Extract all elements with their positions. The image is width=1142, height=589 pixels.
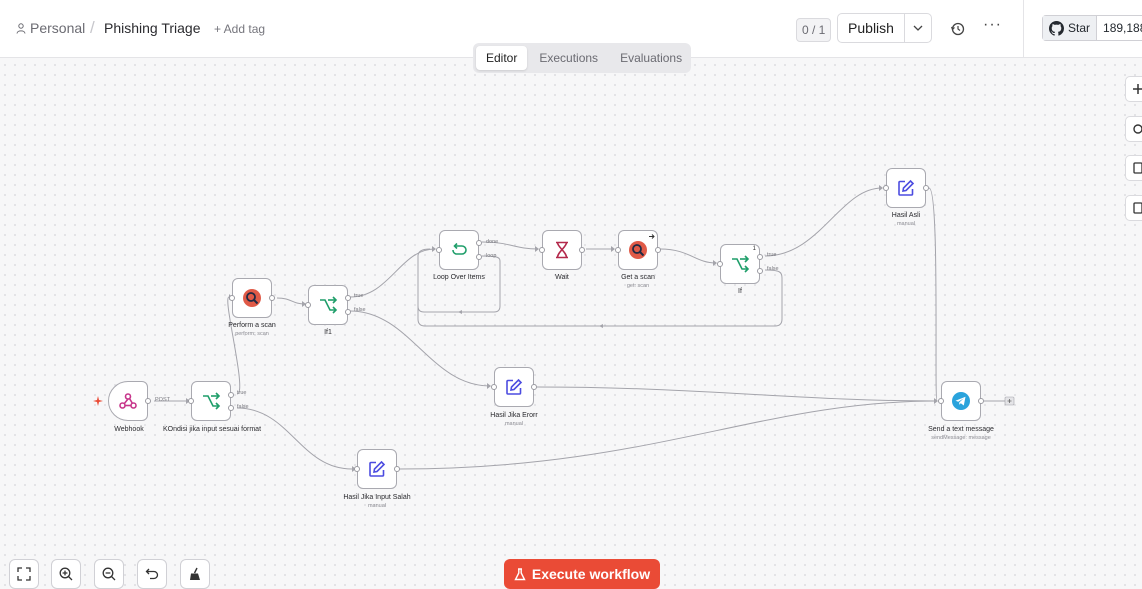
- connections-layer: [93, 185, 1015, 472]
- node-webhook[interactable]: [108, 381, 151, 421]
- node-hasil-salah-label: Hasil Jika Input Salah: [343, 494, 411, 501]
- kondisi-false-label: false: [237, 404, 249, 410]
- output-handle[interactable]: [145, 398, 151, 404]
- execute-workflow-label: Execute workflow: [531, 566, 651, 582]
- node-if-label: If: [738, 288, 742, 295]
- node-get-scan[interactable]: [615, 230, 661, 270]
- node-if1[interactable]: [305, 285, 351, 325]
- undo-button[interactable]: [137, 559, 167, 589]
- sparkle-icon: [93, 396, 103, 406]
- input-handle[interactable]: [188, 398, 194, 404]
- if1-false-label: false: [354, 307, 366, 313]
- node-telegram-label: Send a text message: [928, 426, 994, 433]
- loop-icon: [452, 242, 467, 255]
- output-handle[interactable]: [923, 185, 929, 191]
- output-handle-loop[interactable]: [476, 254, 482, 260]
- node-loop[interactable]: [436, 230, 482, 270]
- edge-kondisi-hasil-salah: [236, 407, 353, 470]
- output-handle[interactable]: [978, 398, 984, 404]
- node-kondisi[interactable]: [188, 381, 234, 421]
- node-hasil-error-sub: manual: [504, 421, 524, 427]
- input-handle[interactable]: [883, 185, 889, 191]
- edge-if1-hasil-error: [349, 310, 491, 387]
- hourglass-icon: [556, 241, 568, 259]
- output-handle-false[interactable]: [228, 405, 234, 411]
- kondisi-true-label: true: [237, 390, 247, 396]
- node-telegram[interactable]: [938, 381, 984, 421]
- output-handle[interactable]: [655, 247, 661, 253]
- node-kondisi-label: KOndisi jika input sesuai format: [162, 426, 262, 433]
- if1-true-label: true: [354, 293, 364, 299]
- input-handle[interactable]: [717, 261, 723, 267]
- if-false-label: false: [767, 266, 779, 272]
- zoom-in-button[interactable]: [51, 559, 81, 589]
- input-handle[interactable]: [491, 384, 497, 390]
- output-handle[interactable]: [269, 295, 275, 301]
- urlscan-icon: [629, 241, 647, 259]
- arrow-right-icon: [649, 234, 655, 239]
- node-telegram-sub: sendMessage: message: [931, 435, 991, 441]
- output-handle-false[interactable]: [345, 309, 351, 315]
- node-perform-scan[interactable]: [229, 278, 275, 318]
- node-hasil-error[interactable]: [491, 367, 537, 407]
- node-if[interactable]: 1: [717, 244, 763, 284]
- output-handle-true[interactable]: [345, 295, 351, 301]
- output-handle-true[interactable]: [757, 254, 763, 260]
- edit-icon: [369, 460, 386, 477]
- node-if1-label: If1: [324, 329, 332, 336]
- webhook-method-label: POST: [155, 397, 170, 403]
- node-loop-label: Loop Over Items: [433, 274, 485, 281]
- node-hasil-error-label: Hasil Jika Erorr: [490, 412, 538, 419]
- if-branch-icon: [320, 296, 338, 314]
- node-hasil-asli-label: Hasil Asli: [891, 212, 921, 219]
- output-handle-done[interactable]: [476, 240, 482, 246]
- node-hasil-asli[interactable]: [883, 168, 929, 208]
- if-branch-icon: [732, 255, 750, 273]
- fit-view-button[interactable]: [9, 559, 39, 589]
- edit-icon: [506, 378, 523, 395]
- if-branch-icon: [203, 392, 221, 410]
- input-handle[interactable]: [539, 247, 545, 253]
- input-handle[interactable]: [229, 295, 235, 301]
- edit-icon: [898, 179, 915, 196]
- input-handle[interactable]: [436, 247, 442, 253]
- node-hasil-salah-sub: manual: [367, 503, 387, 509]
- telegram-icon: [952, 392, 970, 410]
- edge-perform-scan-if1: [276, 297, 306, 305]
- output-handle-true[interactable]: [228, 392, 234, 398]
- if-true-label: true: [767, 252, 777, 258]
- webhook-icon: [119, 393, 137, 409]
- node-wait[interactable]: [539, 230, 585, 270]
- loop-done-label: done: [486, 239, 499, 245]
- output-handle[interactable]: [531, 384, 537, 390]
- input-handle[interactable]: [354, 466, 360, 472]
- zoom-out-button[interactable]: [94, 559, 124, 589]
- edge-if1-loop: [349, 248, 436, 298]
- input-handle[interactable]: [938, 398, 944, 404]
- edge-hasil-error-telegram: [536, 386, 938, 402]
- loop-loop-label: loop: [486, 253, 497, 259]
- tidy-up-button[interactable]: [180, 559, 210, 589]
- urlscan-icon: [243, 289, 261, 307]
- node-hasil-salah[interactable]: [354, 449, 400, 489]
- node-if-badge: 1: [752, 246, 756, 252]
- node-hasil-asli-sub: manual: [896, 221, 916, 227]
- execute-workflow-button[interactable]: Execute workflow: [504, 559, 660, 589]
- input-handle[interactable]: [305, 302, 311, 308]
- output-handle-false[interactable]: [757, 268, 763, 274]
- input-handle[interactable]: [615, 247, 621, 253]
- edge-get-scan-if: [659, 248, 717, 264]
- output-handle[interactable]: [579, 247, 585, 253]
- node-get-scan-label: Get a scan: [621, 274, 655, 281]
- output-handle[interactable]: [394, 466, 400, 472]
